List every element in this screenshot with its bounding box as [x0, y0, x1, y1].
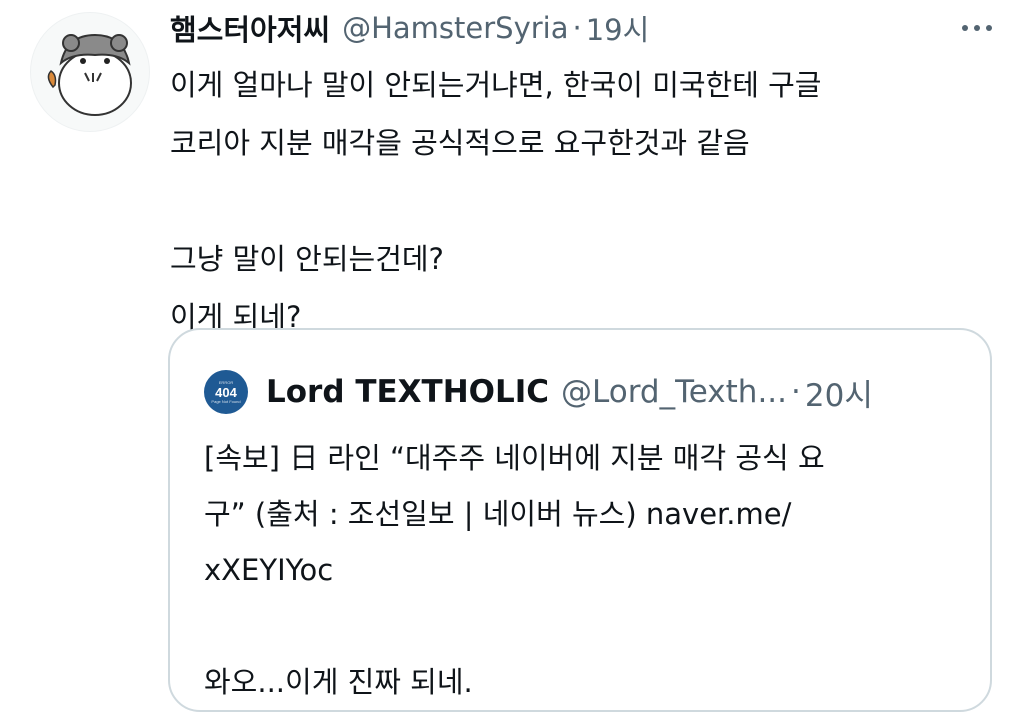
tweet-line: 코리아 지분 매각을 공식적으로 요구한것과 같음: [170, 126, 750, 160]
separator-dot: ·: [572, 11, 582, 45]
user-handle[interactable]: @HamsterSyria: [342, 11, 568, 45]
quote-avatar-number: 404: [215, 384, 237, 400]
quote-line: xXEYIYoc: [204, 553, 334, 587]
quote-line: [속보] 日 라인 “대주주 네이버에 지분 매각 공식 요: [204, 441, 825, 475]
separator-dot: ·: [791, 374, 801, 410]
quoted-tweet-header: ERROR 404 Page Not Found Lord TEXTHOLIC …: [204, 370, 970, 414]
quote-display-name[interactable]: Lord TEXTHOLIC: [266, 374, 549, 410]
quoted-tweet-text: [속보] 日 라인 “대주주 네이버에 지분 매각 공식 요 구” (출처 : …: [204, 430, 960, 710]
quote-time[interactable]: 20시: [805, 370, 873, 415]
tweet-header: 햄스터아저씨 @HamsterSyria · 19시: [170, 6, 1004, 50]
quote-user-handle[interactable]: @Lord_Texth...: [561, 374, 787, 410]
tweet-text: 이게 얼마나 말이 안되는거냐면, 한국이 미국한테 구글 코리아 지분 매각을…: [170, 56, 1004, 346]
hamster-avatar-icon: [47, 33, 132, 116]
tweet-line: 그냥 말이 안되는건데?: [170, 242, 444, 276]
tweet-time[interactable]: 19시: [586, 7, 650, 49]
display-name[interactable]: 햄스터아저씨: [170, 7, 330, 49]
avatar[interactable]: [30, 12, 150, 132]
quoted-tweet[interactable]: ERROR 404 Page Not Found Lord TEXTHOLIC …: [168, 328, 992, 712]
more-horizontal-icon[interactable]: [962, 18, 1002, 38]
tweet-line: 이게 얼마나 말이 안되는거냐면, 한국이 미국한테 구글: [170, 68, 822, 102]
404-avatar-icon[interactable]: ERROR 404 Page Not Found: [204, 370, 248, 414]
quote-line: 와오...이게 진짜 되네.: [204, 665, 473, 699]
quote-line: 구” (출처 : 조선일보 | 네이버 뉴스) naver.me/: [204, 497, 792, 531]
